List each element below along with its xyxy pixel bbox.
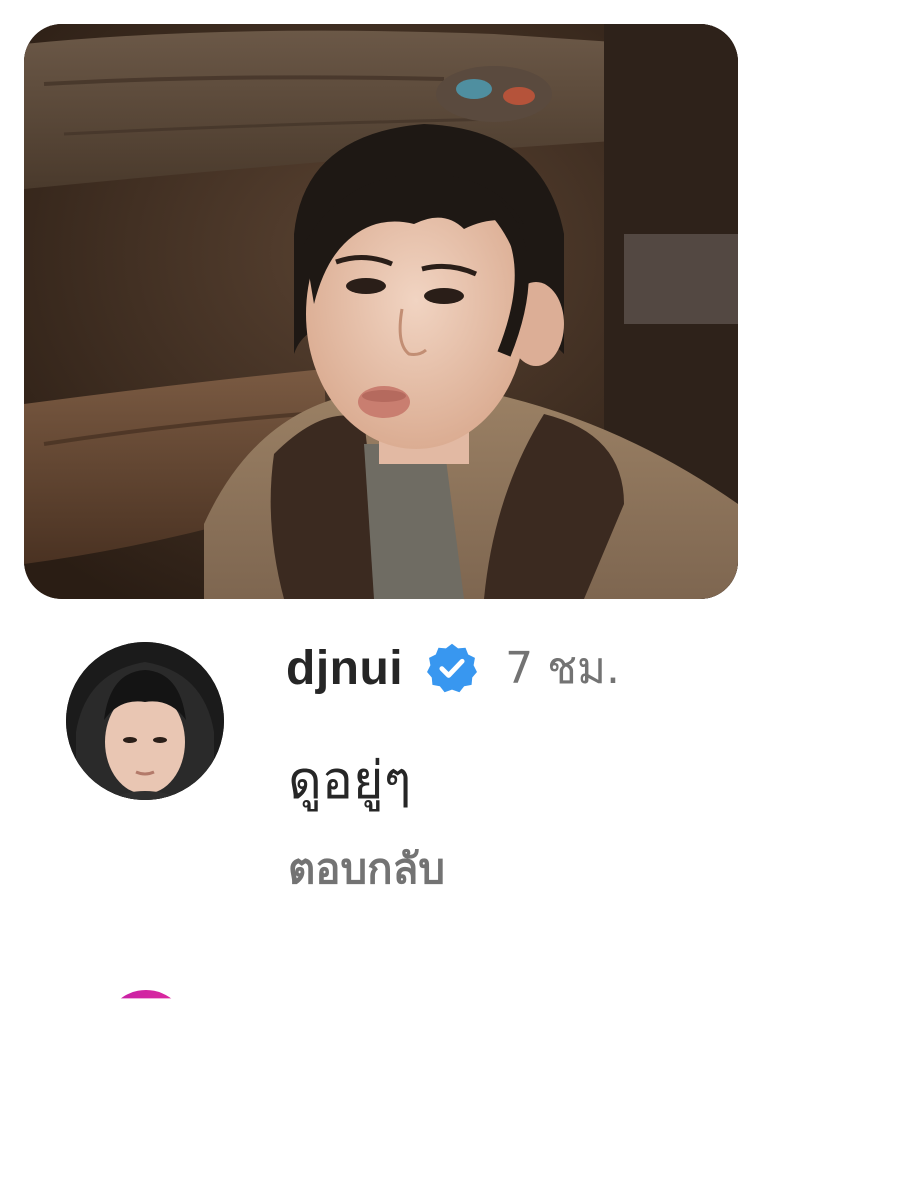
- comment-thread-page: djnui 7 ชม. ดูอยู่ๆ ตอบกลับ: [0, 0, 900, 1200]
- next-commenter-avatar[interactable]: [104, 990, 188, 999]
- commenter-avatar-image: [66, 642, 224, 800]
- reply-button[interactable]: ตอบกลับ: [288, 836, 445, 902]
- comment-username[interactable]: djnui: [286, 641, 403, 696]
- commenter-avatar[interactable]: [66, 642, 224, 800]
- comment-text: ดูอยู่ๆ: [288, 751, 412, 811]
- comment-timestamp: 7 ชม.: [505, 643, 620, 694]
- post-photo-image: [24, 24, 738, 599]
- comment-header: djnui 7 ชม.: [286, 636, 620, 700]
- verified-badge-icon: [425, 641, 479, 695]
- post-photo[interactable]: [24, 24, 738, 599]
